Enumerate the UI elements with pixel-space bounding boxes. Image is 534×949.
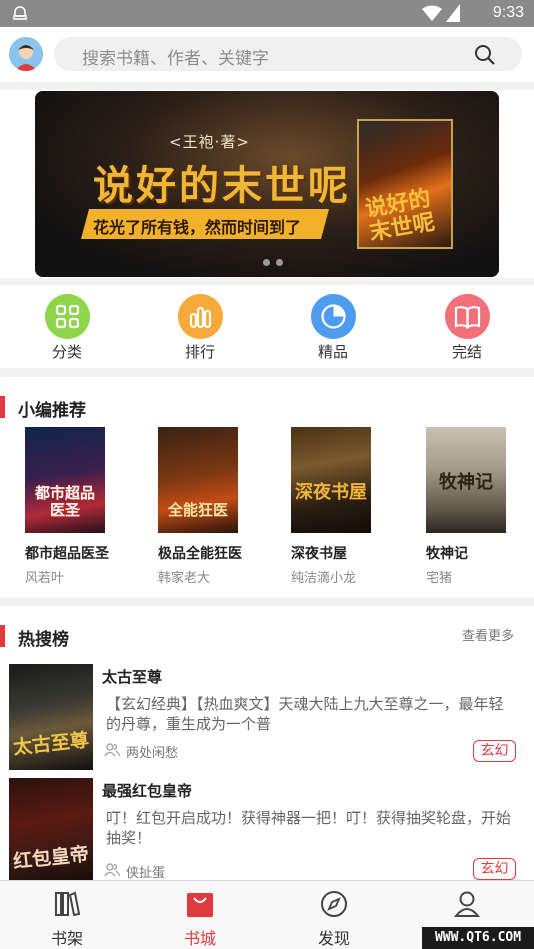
user-icon xyxy=(453,891,481,917)
recommend-book[interactable]: 牧神记 牧神记 宅猪 xyxy=(426,427,508,586)
book-cover-title: 全能狂医 xyxy=(167,501,228,519)
book-description: 【玄幻经典】【热血爽文】天魂大陆上九大至尊之一，最年轻的丹尊，重生成为一个普 xyxy=(106,695,504,733)
category-completed[interactable]: 完结 xyxy=(427,294,507,362)
book-title: 都市超品医圣 xyxy=(25,546,109,562)
recommend-book[interactable]: 深夜书屋 深夜书屋 纯洁滴小龙 xyxy=(291,427,373,586)
book-author: 宅猪 xyxy=(426,571,453,586)
avatar[interactable] xyxy=(9,37,43,71)
bottom-tab-bar: 书架 书城 发现 我的 WWW.QT6.COM xyxy=(0,880,534,949)
category-label: 分类 xyxy=(51,343,82,361)
book-cover-title: 牧神记 xyxy=(439,472,493,493)
book-title: 深夜书屋 xyxy=(291,546,347,562)
tab-bookshelf[interactable]: 书架 xyxy=(27,889,107,949)
banner-section: <王袍·著> 说好的末世呢 花光了所有钱，然而时间到了 说好的末世呢 xyxy=(0,90,534,278)
book-title: 太古至尊 xyxy=(102,668,163,686)
tab-discover[interactable]: 发现 xyxy=(294,889,374,949)
compass-icon xyxy=(321,891,347,917)
bars-icon xyxy=(177,294,223,339)
book-author: 风若叶 xyxy=(25,571,65,586)
recommend-book[interactable]: 都市超品医圣 都市超品医圣 风若叶 xyxy=(25,427,109,586)
category-premium[interactable]: 精品 xyxy=(293,294,373,362)
section-accent-bar xyxy=(0,396,5,418)
book-cover-title: 深夜书屋 xyxy=(295,482,367,503)
banner-tagline: 花光了所有钱，然而时间到了 xyxy=(93,218,302,237)
book-author: 侠扯蛋 xyxy=(126,866,166,881)
category-label: 排行 xyxy=(184,343,215,361)
banner-carousel[interactable]: <王袍·著> 说好的末世呢 花光了所有钱，然而时间到了 说好的末世呢 xyxy=(35,91,499,277)
book-description: 叮！红包开启成功！获得神器一把！叮！获得抽奖轮盘，开始抽奖！ xyxy=(106,809,512,847)
category-label: 精品 xyxy=(317,343,348,361)
banner-book-cover: 说好的末世呢 xyxy=(357,119,453,249)
tab-label: 发现 xyxy=(317,929,350,948)
recommend-section: 小编推荐 都市超品医圣 都市超品医圣 风若叶 全能狂医 极品全能狂医 韩家老大 … xyxy=(0,377,534,597)
category-ranking[interactable]: 排行 xyxy=(160,294,240,362)
book-author: 纯洁滴小龙 xyxy=(291,571,357,586)
category-row: 分类 排行 精品 完结 xyxy=(0,285,534,368)
carousel-dot xyxy=(263,259,270,266)
section-accent-bar xyxy=(0,625,5,647)
book-cover: 红包皇帝 xyxy=(9,778,93,884)
status-bar: 9:33 xyxy=(0,0,534,27)
search-header: 搜索书籍、作者、关键字 xyxy=(0,27,534,82)
book-author-row: 两处闲愁 xyxy=(104,742,178,761)
banner-author: <王袍·著> xyxy=(169,133,250,151)
book-cover-title: 都市超品医圣 xyxy=(34,484,95,519)
genre-badge: 玄幻 xyxy=(473,858,516,880)
wifi-icon xyxy=(422,5,442,25)
book-author: 韩家老大 xyxy=(158,571,211,586)
section-title: 小编推荐 xyxy=(18,401,86,421)
tab-label: 书城 xyxy=(183,929,216,948)
notification-icon xyxy=(10,3,30,27)
signal-icon xyxy=(446,4,460,26)
clock: 9:33 xyxy=(492,4,524,21)
tab-label: 书架 xyxy=(50,929,83,948)
book-icon xyxy=(444,294,490,339)
user-outline-icon xyxy=(104,863,121,877)
book-cover-title: 红包皇帝 xyxy=(12,843,90,873)
book-cover-title: 太古至尊 xyxy=(12,729,90,759)
hot-list-item[interactable]: 太古至尊 太古至尊 【玄幻经典】【热血爽文】天魂大陆上九大至尊之一，最年轻的丹尊… xyxy=(0,664,534,774)
hot-search-section: 热搜榜 查看更多 太古至尊 太古至尊 【玄幻经典】【热血爽文】天魂大陆上九大至尊… xyxy=(0,606,534,884)
book-title: 极品全能狂医 xyxy=(158,546,242,562)
book-cover: 太古至尊 xyxy=(9,664,93,770)
search-input[interactable]: 搜索书籍、作者、关键字 xyxy=(54,37,522,71)
bag-icon xyxy=(187,893,213,917)
banner-cover-title: 说好的末世呢 xyxy=(363,186,437,246)
book-title: 牧神记 xyxy=(426,546,468,562)
genre-badge: 玄幻 xyxy=(473,740,516,762)
book-cover: 牧神记 xyxy=(426,427,506,533)
category-label: 完结 xyxy=(451,343,482,361)
book-author-row: 侠扯蛋 xyxy=(104,862,165,881)
book-cover: 都市超品医圣 xyxy=(25,427,105,533)
grid-icon xyxy=(44,294,90,339)
bookshelf-icon xyxy=(55,891,81,917)
user-outline-icon xyxy=(104,743,121,757)
search-placeholder: 搜索书籍、作者、关键字 xyxy=(82,49,269,69)
pie-icon xyxy=(310,294,356,339)
hot-list-item[interactable]: 红包皇帝 最强红包皇帝 叮！红包开启成功！获得神器一把！叮！获得抽奖轮盘，开始抽… xyxy=(0,778,534,888)
section-title: 热搜榜 xyxy=(18,630,69,650)
category-classify[interactable]: 分类 xyxy=(27,294,107,362)
recommend-book[interactable]: 全能狂医 极品全能狂医 韩家老大 xyxy=(158,427,242,586)
book-cover: 全能狂医 xyxy=(158,427,238,533)
tab-bookstore[interactable]: 书城 xyxy=(160,889,240,949)
banner-title: 说好的末世呢 xyxy=(93,163,351,209)
page: 9:33 搜索书籍、作者、关键字 <王袍·著> 说好的末世呢 花光了所有钱，然而… xyxy=(0,0,534,949)
search-icon[interactable] xyxy=(474,44,496,70)
watermark: WWW.QT6.COM xyxy=(422,927,534,949)
view-more-link[interactable]: 查看更多 xyxy=(462,625,514,644)
book-title: 最强红包皇帝 xyxy=(102,782,193,800)
carousel-dot xyxy=(276,259,283,266)
book-author: 两处闲愁 xyxy=(126,746,179,761)
book-cover: 深夜书屋 xyxy=(291,427,371,533)
